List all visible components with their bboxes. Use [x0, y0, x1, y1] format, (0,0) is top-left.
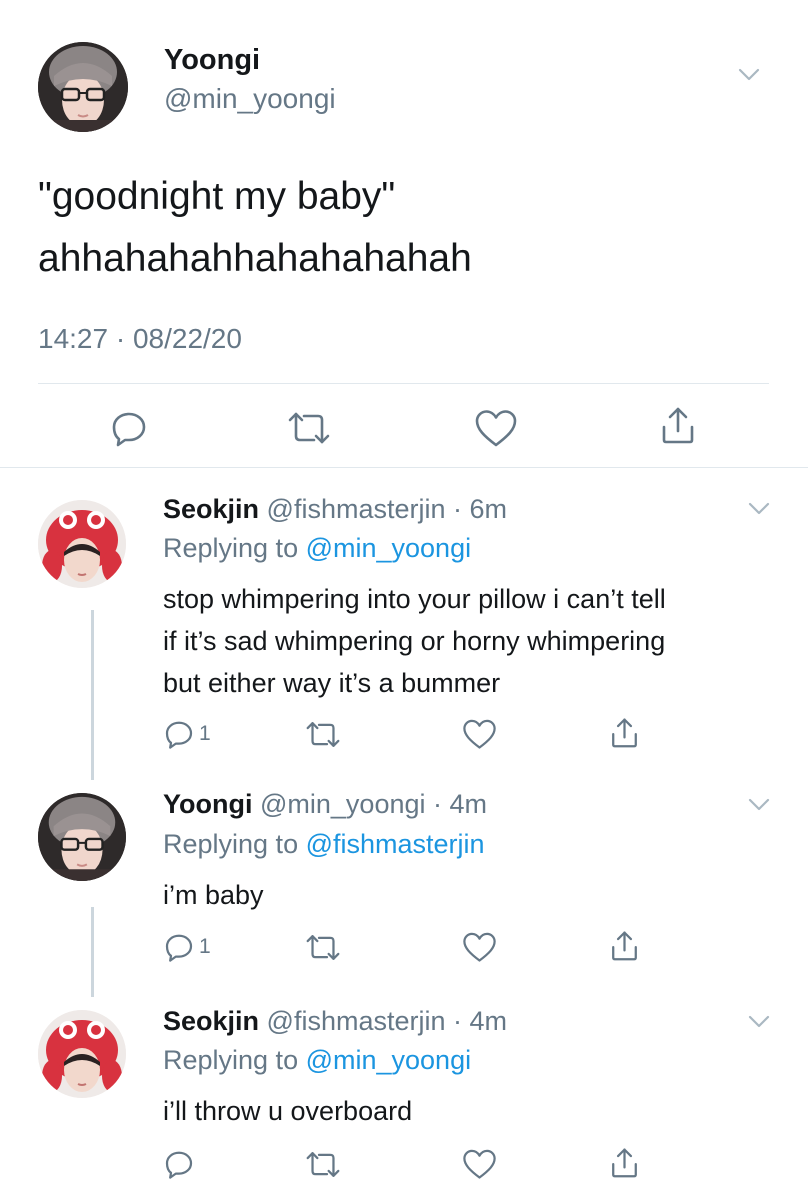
tweet-text-line: but either way it’s a bummer	[163, 668, 501, 698]
tweet-timestamp[interactable]: 14:27 · 08/22/20	[38, 323, 242, 355]
retweet-button[interactable]	[305, 933, 341, 962]
author-meta[interactable]: @fishmasterjin · 4m	[267, 1006, 507, 1036]
tweet-text-line: stop whimpering into your pillow i can’t…	[163, 584, 666, 614]
replying-to: Replying to @fishmasterjin	[163, 829, 485, 860]
retweet-icon	[306, 935, 340, 960]
retweet-icon	[288, 412, 330, 444]
share-icon	[662, 407, 694, 444]
like-icon	[463, 1149, 496, 1179]
main-tweet: Yoongi @min_yoongi "goodnight my baby" a…	[0, 0, 808, 468]
author-meta[interactable]: @fishmasterjin · 6m	[267, 494, 507, 524]
yoongi-photo	[38, 42, 128, 132]
chevron-down-icon[interactable]	[748, 502, 770, 516]
retweet-button[interactable]	[287, 410, 331, 446]
replying-to: Replying to @min_yoongi	[163, 533, 471, 564]
author-name[interactable]: Seokjin	[163, 1006, 259, 1036]
yoongi-photo	[38, 793, 126, 881]
reply-header: Seokjin @fishmasterjin · 6m	[163, 494, 507, 525]
reply-button[interactable]	[163, 1148, 199, 1180]
reply-icon	[165, 1151, 193, 1179]
divider	[38, 383, 769, 384]
chevron-down-icon[interactable]	[748, 798, 770, 812]
author-name[interactable]: Seokjin	[163, 494, 259, 524]
reply-button[interactable]	[109, 408, 149, 448]
share-button[interactable]	[610, 1146, 639, 1179]
tweet-text-line: i’ll throw u overboard	[163, 1096, 413, 1126]
replying-prefix: Replying to	[163, 829, 306, 859]
tweet-text: i’m baby	[163, 874, 264, 916]
tweet-text: "goodnight my baby" ahhahahahhahahahahah	[38, 166, 472, 290]
reply-icon	[165, 721, 193, 749]
replying-prefix: Replying to	[163, 1045, 306, 1075]
share-icon	[612, 931, 637, 961]
author-meta[interactable]: @min_yoongi · 4m	[260, 789, 487, 819]
seokjin-photo	[38, 500, 126, 588]
like-button[interactable]	[474, 408, 518, 448]
reply-icon	[165, 934, 193, 962]
like-button[interactable]	[462, 931, 497, 963]
share-icon	[612, 1148, 637, 1178]
share-icon	[612, 718, 637, 748]
tweet-text: stop whimpering into your pillow i can’t…	[163, 578, 666, 704]
seokjin-avatar[interactable]	[38, 500, 126, 588]
seokjin-photo	[38, 1010, 126, 1098]
replying-to: Replying to @min_yoongi	[163, 1045, 471, 1076]
chevron-down-icon[interactable]	[748, 1015, 770, 1029]
share-button[interactable]	[610, 929, 639, 962]
retweet-icon	[306, 722, 340, 747]
replying-prefix: Replying to	[163, 533, 306, 563]
like-icon	[475, 410, 517, 447]
retweet-button[interactable]	[305, 1150, 341, 1179]
tweet-text-line: if it’s sad whimpering or horny whimperi…	[163, 626, 666, 656]
retweet-icon	[306, 1152, 340, 1177]
reply-tweet[interactable]: Yoongi @min_yoongi · 4m Replying to @fis…	[0, 783, 808, 998]
author-name[interactable]: Yoongi	[163, 789, 252, 819]
retweet-button[interactable]	[305, 720, 341, 749]
tweet-text-line: i’m baby	[163, 880, 264, 910]
tweet-text-line: "goodnight my baby"	[38, 175, 396, 218]
like-icon	[463, 719, 496, 749]
like-button[interactable]	[462, 1148, 497, 1180]
reply-button[interactable]: 1	[163, 931, 211, 963]
mention-link[interactable]: @min_yoongi	[306, 533, 472, 563]
yoongi-avatar[interactable]	[38, 793, 126, 881]
share-button[interactable]	[660, 405, 696, 445]
reply-tweet[interactable]: Seokjin @fishmasterjin · 4m Replying to …	[0, 998, 808, 1200]
reply-button[interactable]: 1	[163, 718, 211, 750]
like-button[interactable]	[462, 718, 497, 750]
like-icon	[463, 932, 496, 962]
tweet-text-line: ahhahahahhahahahahah	[38, 237, 472, 280]
reply-header: Yoongi @min_yoongi · 4m	[163, 789, 487, 820]
mention-link[interactable]: @fishmasterjin	[306, 829, 485, 859]
mention-link[interactable]: @min_yoongi	[306, 1045, 472, 1075]
yoongi-avatar[interactable]	[38, 42, 128, 132]
tweet-text: i’ll throw u overboard	[163, 1090, 412, 1132]
share-button[interactable]	[610, 716, 639, 749]
reply-count: 1	[199, 935, 211, 958]
reply-header: Seokjin @fishmasterjin · 4m	[163, 1006, 507, 1037]
seokjin-avatar[interactable]	[38, 1010, 126, 1098]
author-name[interactable]: Yoongi	[164, 44, 260, 77]
reply-tweet[interactable]: Seokjin @fishmasterjin · 6m Replying to …	[0, 468, 808, 783]
reply-icon	[112, 412, 146, 447]
author-handle[interactable]: @min_yoongi	[164, 83, 336, 115]
reply-count: 1	[199, 722, 211, 745]
chevron-down-icon[interactable]	[738, 68, 760, 82]
